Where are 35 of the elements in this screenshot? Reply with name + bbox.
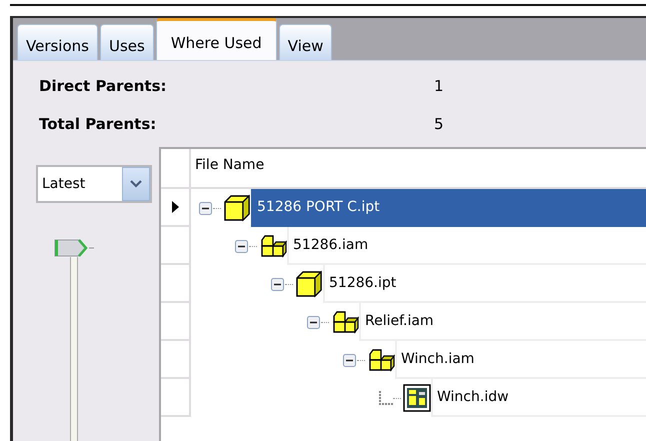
stacked-blocks-icon <box>259 234 287 258</box>
file-name-cell[interactable]: 51286.ipt <box>323 265 646 303</box>
summary-value: 5 <box>434 115 444 133</box>
collapse-icon[interactable] <box>199 202 212 214</box>
summary-label: Direct Parents: <box>39 77 168 95</box>
row-header-cell[interactable] <box>161 379 191 417</box>
collapse-icon[interactable] <box>271 278 284 290</box>
tab[interactable]: Versions <box>17 24 98 60</box>
tab[interactable]: Uses <box>100 24 154 60</box>
stacked-blocks-icon <box>367 348 395 372</box>
collapse-icon[interactable] <box>235 240 248 252</box>
row-header-cell[interactable] <box>161 303 191 341</box>
row-header-cell[interactable] <box>161 189 191 227</box>
version-dropdown[interactable]: Latest <box>36 165 152 203</box>
row-header-cell[interactable] <box>161 265 191 303</box>
row-header-cell[interactable] <box>161 227 191 265</box>
drawing-sheet-icon <box>403 384 431 412</box>
row-header-cell[interactable] <box>161 341 191 379</box>
stacked-blocks-icon <box>331 310 359 334</box>
file-name-cell[interactable]: Winch.idw <box>431 379 646 417</box>
file-name-cell[interactable]: Relief.iam <box>359 303 646 341</box>
summary-label: Total Parents: <box>39 115 158 133</box>
file-name-cell[interactable]: 51286.iam <box>287 227 646 265</box>
tab[interactable]: Where Used <box>156 18 277 60</box>
current-row-icon <box>172 201 178 213</box>
collapse-icon[interactable] <box>343 354 356 366</box>
cube-icon <box>295 270 323 298</box>
column-header[interactable]: File Name <box>191 149 264 187</box>
file-name-cell[interactable]: 51286 PORT C.ipt <box>251 189 646 227</box>
tree-line <box>379 391 393 405</box>
file-name-cell[interactable]: Winch.iam <box>395 341 646 379</box>
summary-value: 1 <box>434 77 444 95</box>
collapse-icon[interactable] <box>307 316 320 328</box>
tab[interactable]: View <box>278 24 332 60</box>
cube-icon <box>223 194 251 222</box>
